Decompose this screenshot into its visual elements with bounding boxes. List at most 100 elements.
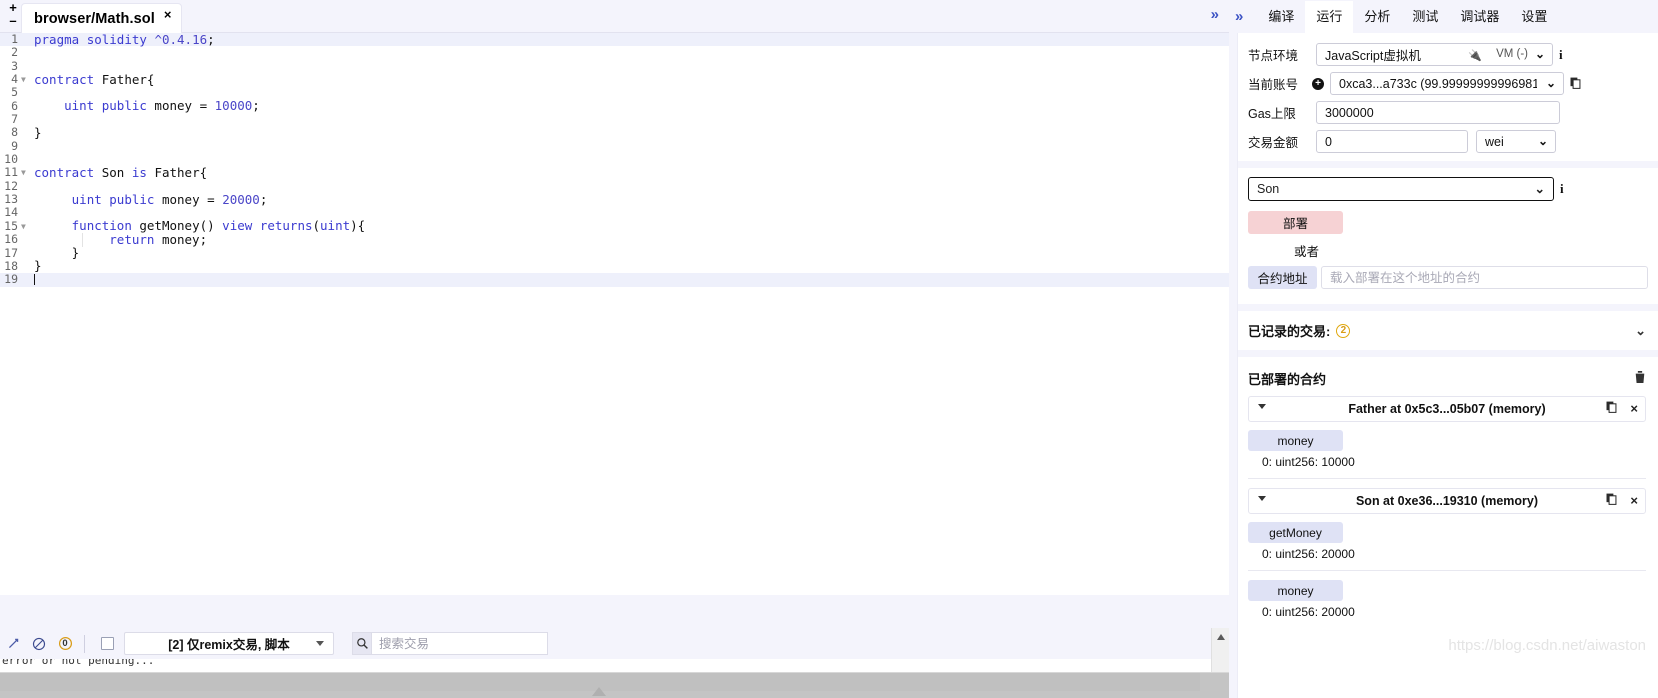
expand-toggle-icon[interactable] [1258, 496, 1266, 501]
copy-account-icon[interactable] [1570, 77, 1582, 90]
chevron-up-icon[interactable] [1217, 634, 1225, 640]
contract-function-button[interactable]: money [1248, 580, 1343, 601]
fold-toggle-icon[interactable]: ▼ [21, 73, 31, 86]
close-icon[interactable]: × [164, 7, 172, 22]
copy-address-icon[interactable] [1606, 493, 1618, 509]
line-number: 19 [4, 272, 18, 287]
run-tab-content: 节点环境 JavaScript虚拟机 🔌 VM (-) ⌄ i 当前账号 + 0… [1237, 33, 1658, 698]
at-address-input[interactable] [1321, 266, 1648, 289]
code-text: } [71, 245, 80, 260]
tab-compile[interactable]: 编译 [1257, 1, 1305, 33]
contract-function-button[interactable]: money [1248, 430, 1343, 451]
tab-debugger[interactable]: 调试器 [1449, 1, 1510, 33]
contract-info-icon[interactable]: i [1560, 181, 1564, 197]
account-value: 0xca3...a733c (99.99999999996981365 [1339, 76, 1537, 91]
environment-label: 节点环境 [1248, 49, 1299, 63]
line-number: 16 [4, 232, 18, 247]
page-horizontal-scrollbar[interactable] [0, 672, 1229, 698]
add-account-icon[interactable]: + [1312, 77, 1324, 90]
fold-toggle-icon[interactable]: ▼ [21, 220, 31, 233]
zoom-out-icon[interactable]: – [4, 14, 22, 28]
code-line: 4 ▼ contract Father{ [0, 72, 1229, 86]
gas-limit-label: Gas上限 [1248, 107, 1296, 121]
terminal-autoscroll-checkbox[interactable] [101, 637, 114, 650]
no-entry-icon[interactable] [26, 631, 52, 657]
deployed-contracts-list: Father at 0x5c3...05b07 (memory) × money 0:… [1238, 396, 1658, 628]
section-divider [1238, 350, 1658, 357]
code-text [34, 273, 35, 286]
value-label: 交易金额 [1248, 136, 1299, 150]
code-line: 11 ▼ contract Son is Father{ [0, 166, 1229, 180]
chevron-right-icon[interactable]: » [1235, 8, 1243, 25]
section-divider [1238, 161, 1658, 168]
pending-icon[interactable] [0, 631, 26, 657]
chevron-down-icon: ⌄ [1545, 76, 1556, 90]
contract-header[interactable]: Son at 0xe36...19310 (memory) × [1248, 488, 1646, 514]
tab-analysis[interactable]: 分析 [1353, 1, 1401, 33]
contract-function-button[interactable]: getMoney [1248, 522, 1343, 543]
value-unit: wei [1485, 134, 1504, 149]
code-text: return money; [109, 231, 208, 247]
terminal-log-line: error or not pending... [0, 659, 1229, 672]
at-address-row: 合约地址 [1248, 266, 1648, 289]
environment-info-icon[interactable]: i [1559, 47, 1563, 63]
environment-select[interactable]: JavaScript虚拟机 🔌 VM (-) ⌄ [1316, 43, 1553, 66]
code-text: pragma solidity ^0.4.16; [34, 33, 215, 47]
code-editor[interactable]: 1 pragma solidity ^0.4.16; 2 3 4 ▼ contract Fa… [0, 33, 1229, 595]
line-number: 8 [11, 125, 18, 140]
code-text: function getMoney() view returns(uint){ [71, 218, 366, 234]
scroll-down-arrow-icon[interactable] [592, 687, 606, 696]
fold-toggle-icon[interactable]: ▼ [21, 166, 31, 179]
at-address-button[interactable]: 合约地址 [1248, 266, 1317, 289]
expand-toggle-icon[interactable] [1258, 404, 1266, 409]
recorded-transactions-header[interactable]: 已记录的交易: 2 ⌄ [1238, 311, 1658, 350]
tab-run[interactable]: 运行 [1305, 0, 1354, 33]
value-input[interactable]: 0 [1316, 130, 1468, 153]
deploy-button[interactable]: 部署 [1248, 211, 1343, 234]
value-row: 交易金额 0 wei ⌄ [1238, 130, 1658, 153]
account-select[interactable]: 0xca3...a733c (99.99999999996981365 ⌄ [1330, 72, 1564, 95]
recorded-transactions-label: 已记录的交易: [1248, 324, 1331, 339]
gas-limit-row: Gas上限 3000000 [1238, 101, 1658, 124]
editor-zoom-controls[interactable]: + – [4, 1, 22, 28]
search-icon[interactable] [352, 632, 371, 655]
copy-address-icon[interactable] [1606, 401, 1618, 417]
deploy-section: Son ⌄ i 部署 或者 合约地址 [1238, 168, 1658, 295]
chevron-down-icon: ⌄ [1534, 47, 1545, 61]
chevron-right-icon[interactable]: » [1211, 6, 1219, 23]
indent-guide [82, 233, 83, 247]
line-number: 7 [11, 112, 18, 127]
value-unit-select[interactable]: wei ⌄ [1476, 130, 1556, 153]
line-number: 2 [11, 45, 18, 60]
terminal-vertical-scrollbar[interactable] [1211, 628, 1229, 672]
code-line: 7 [0, 112, 1229, 127]
function-result: 0: uint256: 10000 [1262, 455, 1355, 469]
function-result: 0: uint256: 20000 [1262, 605, 1355, 619]
code-line: 18} [0, 258, 1229, 274]
deployed-contract-card: Father at 0x5c3...05b07 (memory) × money 0:… [1238, 396, 1658, 478]
tab-settings[interactable]: 设置 [1510, 1, 1558, 33]
code-text: } [34, 124, 42, 140]
contract-select[interactable]: Son ⌄ [1248, 177, 1554, 201]
code-line: 2 [0, 45, 1229, 60]
editor-tab-math-sol[interactable]: browser/Math.sol × [22, 4, 182, 33]
tab-testing[interactable]: 测试 [1401, 1, 1449, 33]
contract-header[interactable]: Father at 0x5c3...05b07 (memory) × [1248, 396, 1646, 422]
warning-count-icon[interactable]: 0 [52, 631, 78, 657]
close-icon[interactable]: × [1630, 493, 1638, 508]
terminal-filter-select[interactable]: [2] 仅remix交易, 脚本 [124, 632, 334, 655]
code-line: 17 } [0, 245, 1229, 260]
code-text: } [34, 258, 42, 274]
gas-limit-input[interactable]: 3000000 [1316, 101, 1560, 124]
line-number: 9 [11, 138, 18, 153]
chevron-down-icon[interactable]: ⌄ [1635, 323, 1646, 339]
right-panel: » 编译 运行 分析 测试 调试器 设置 节点环境 JavaScript虚拟机 … [1229, 0, 1658, 698]
close-icon[interactable]: × [1630, 401, 1638, 416]
search-input[interactable] [371, 632, 548, 655]
chevron-down-icon: ⌄ [1537, 134, 1548, 148]
code-line: 16 return money; [0, 231, 1229, 247]
deployed-contract-card: Son at 0xe36...19310 (memory) × getMoney 0:… [1238, 488, 1658, 628]
account-row: 当前账号 + 0xca3...a733c (99.999999999969813… [1238, 72, 1658, 95]
trash-icon[interactable] [1634, 370, 1646, 387]
deploy-row: 部署 [1248, 211, 1648, 234]
